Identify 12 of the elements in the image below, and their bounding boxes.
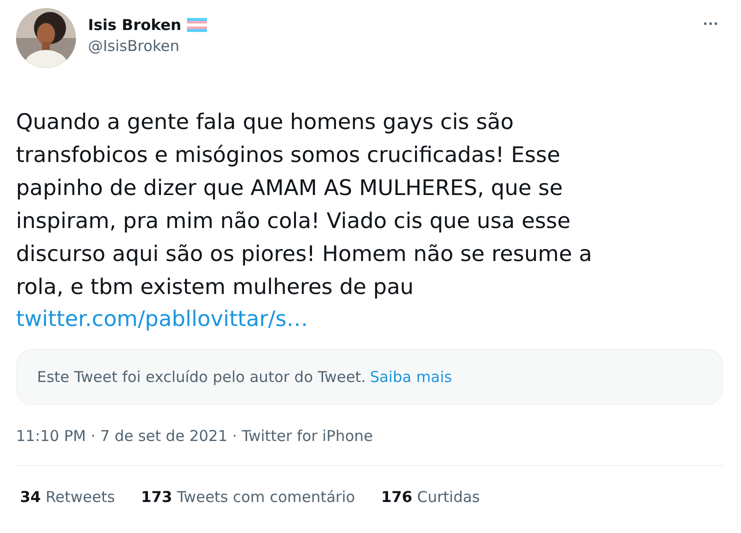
author-handle[interactable]: @IsisBroken: [88, 37, 208, 55]
tweet-timestamp[interactable]: 11:10 PM · 7 de set de 2021 · Twitter for iPhone: [16, 427, 723, 445]
author-name[interactable]: Isis Broken: [88, 16, 182, 34]
more-button[interactable]: ···: [699, 16, 723, 34]
tweet-text: Quando a gente fala que homens gays cis são transfobicos e misóginos somos crucificadas! Esse papinho de dizer que AMAM AS MULHERES, que se inspiram, pra mim não cola! Viado cis que usa esse discurso aqui são os piores! Homem não se resume a rola, e tbm existem mulheres de pau: [16, 109, 594, 302]
tweet-link[interactable]: twitter.com/pabllovittar/s…: [16, 303, 308, 336]
stat-link[interactable]: 34 Retweets: [20, 488, 115, 506]
learn-more-link[interactable]: Saiba mais: [370, 368, 452, 386]
stat-link[interactable]: 173 Tweets com comentário: [140, 488, 356, 506]
stat-link[interactable]: 176 Curtidas: [381, 488, 480, 506]
notice-text: Este Tweet foi excluído pelo autor do Tweet.: [37, 368, 366, 386]
flag-icon: [187, 18, 208, 32]
